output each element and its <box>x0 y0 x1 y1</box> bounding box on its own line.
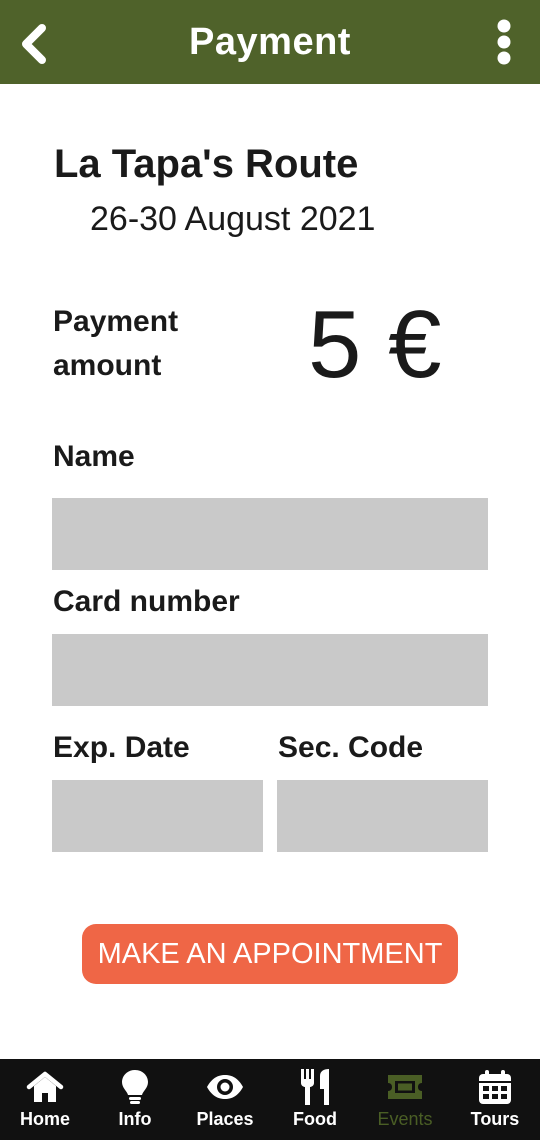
ticket-icon <box>385 1067 425 1107</box>
name-input[interactable] <box>52 498 488 570</box>
event-dates: 26-30 August 2021 <box>90 200 376 238</box>
make-appointment-button[interactable]: MAKE AN APPOINTMENT <box>82 924 458 984</box>
back-button[interactable] <box>14 22 54 66</box>
lightbulb-icon <box>115 1067 155 1107</box>
payment-amount-value: 5 € <box>308 291 442 398</box>
nav-label-tours: Tours <box>470 1109 520 1129</box>
more-options-button[interactable] <box>492 18 516 66</box>
payment-screen: Payment La Tapa's Route 26-30 August 202… <box>0 0 540 1140</box>
nav-item-places[interactable]: Places <box>180 1059 270 1140</box>
sec-code-label: Sec. Code <box>278 731 424 764</box>
exp-date-label: Exp. Date <box>53 731 190 764</box>
nav-item-food[interactable]: Food <box>270 1059 360 1140</box>
payment-amount-label: Payment amount <box>53 305 179 382</box>
app-header: Payment <box>0 0 540 84</box>
utensils-icon <box>295 1067 335 1107</box>
chevron-left-icon <box>22 24 46 64</box>
card-number-label: Card number <box>53 585 240 618</box>
nav-label-events: Events <box>377 1109 433 1129</box>
more-vertical-icon <box>497 19 511 65</box>
nav-item-tours[interactable]: Tours <box>450 1059 540 1140</box>
nav-label-food: Food <box>293 1109 337 1129</box>
nav-label-info: Info <box>118 1109 152 1129</box>
nav-label-places: Places <box>196 1109 254 1129</box>
card-number-input[interactable] <box>52 634 488 706</box>
eye-icon <box>205 1067 245 1107</box>
calendar-icon <box>475 1067 515 1107</box>
event-title: La Tapa's Route <box>54 142 359 186</box>
sec-code-input[interactable] <box>277 780 488 852</box>
name-label: Name <box>53 440 135 473</box>
page-title: Payment <box>189 20 351 63</box>
home-icon <box>25 1067 65 1107</box>
exp-date-input[interactable] <box>52 780 263 852</box>
nav-item-home[interactable]: Home <box>0 1059 90 1140</box>
nav-item-events[interactable]: Events <box>360 1059 450 1140</box>
nav-item-info[interactable]: Info <box>90 1059 180 1140</box>
bottom-nav: Home Info Places Food Events Tours <box>0 1059 540 1140</box>
nav-label-home: Home <box>19 1109 70 1129</box>
